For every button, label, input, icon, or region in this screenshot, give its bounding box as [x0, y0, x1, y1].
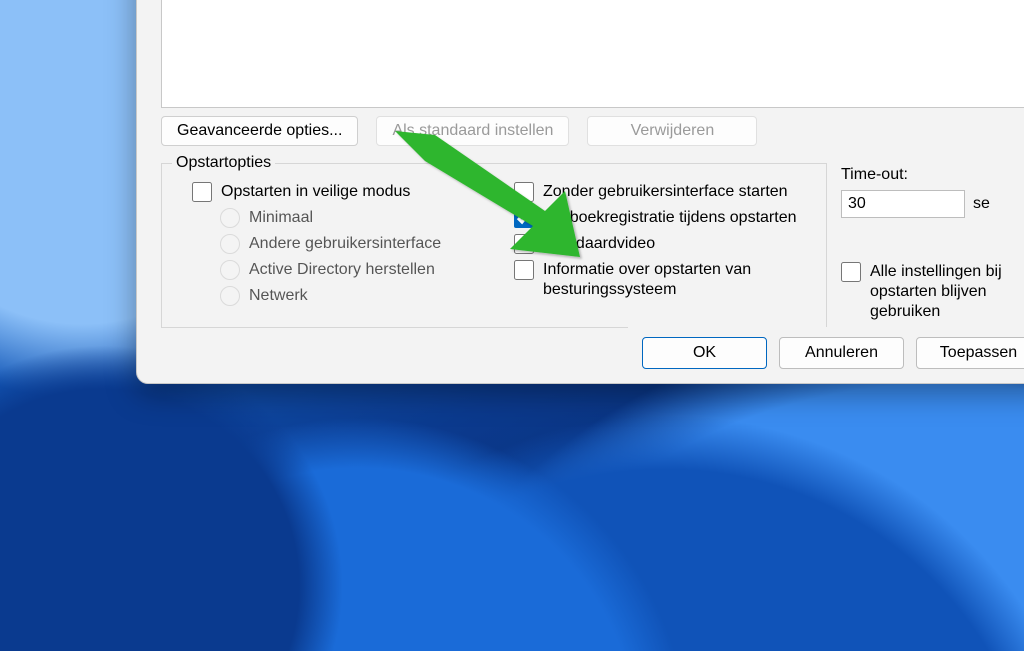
cancel-button[interactable]: Annuleren	[779, 337, 904, 369]
safe-boot-minimal-radio: Minimaal	[220, 208, 494, 228]
boot-options-legend: Opstartopties	[172, 154, 275, 172]
boot-entry-buttons: Geavanceerde opties... Als standaard ins…	[161, 116, 1024, 146]
advanced-options-button[interactable]: Geavanceerde opties...	[161, 116, 358, 146]
boot-log-checkbox[interactable]: Logboekregistratie tijdens opstarten	[514, 208, 816, 228]
safe-boot-checkbox[interactable]: Opstarten in veilige modus	[192, 182, 494, 202]
apply-button[interactable]: Toepassen	[916, 337, 1024, 369]
no-gui-boot-checkbox[interactable]: Zonder gebruikersinterface starten	[514, 182, 816, 202]
ok-button[interactable]: OK	[642, 337, 767, 369]
safe-boot-mode-group: Minimaal Andere gebruikersinterface Acti…	[220, 208, 494, 306]
set-default-button: Als standaard instellen	[376, 116, 569, 146]
desktop-background: Geavanceerde opties... Als standaard ins…	[0, 0, 1024, 651]
timeout-section: Time-out: se Alle instellingen bij opsta…	[841, 154, 1024, 328]
boot-options-group: Opstartopties Opstarten in veilige modus…	[161, 154, 827, 328]
safe-boot-altshell-radio: Andere gebruikersinterface	[220, 234, 494, 254]
dialog-button-row: OK Annuleren Toepassen	[628, 327, 1024, 383]
safe-boot-adrepair-radio: Active Directory herstellen	[220, 260, 494, 280]
persist-settings-checkbox[interactable]: Alle instellingen bij opstarten blijven …	[841, 262, 1024, 322]
timeout-unit: se	[973, 195, 990, 213]
delete-button: Verwijderen	[587, 116, 757, 146]
timeout-input[interactable]	[841, 190, 965, 218]
safe-boot-network-radio: Netwerk	[220, 286, 494, 306]
timeout-label: Time-out:	[841, 166, 1024, 184]
msconfig-boot-window: Geavanceerde opties... Als standaard ins…	[136, 0, 1024, 384]
os-boot-info-checkbox[interactable]: Informatie over opstarten van besturings…	[514, 260, 816, 300]
boot-entries-listbox[interactable]	[161, 0, 1024, 108]
base-video-checkbox[interactable]: Standaardvideo	[514, 234, 816, 254]
